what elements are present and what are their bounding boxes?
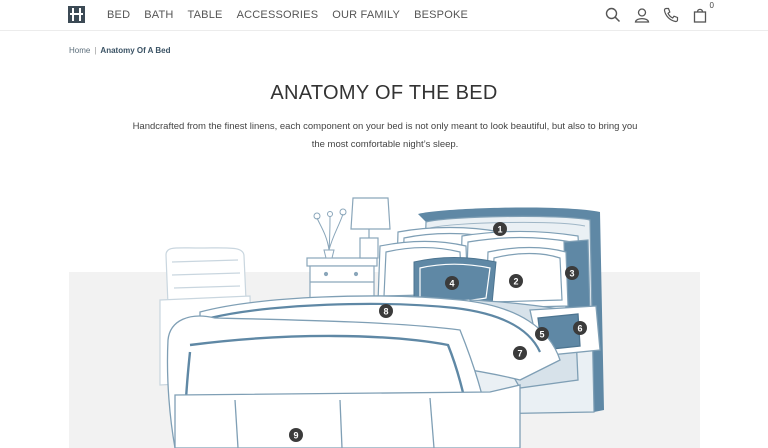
hotspot-1-label: 1 <box>497 225 502 235</box>
hotspot-4-label: 4 <box>449 279 454 289</box>
hotspot-4[interactable]: 4 <box>445 276 459 290</box>
flower-vase <box>313 208 347 259</box>
hotspot-6[interactable]: 6 <box>573 321 587 335</box>
hotspot-9-label: 9 <box>293 431 298 441</box>
hotspot-1[interactable]: 1 <box>493 222 507 236</box>
hotspot-8[interactable]: 8 <box>379 304 393 318</box>
nightstand <box>306 257 378 299</box>
hotspot-3-label: 3 <box>569 269 574 279</box>
hotspot-7[interactable]: 7 <box>513 346 527 360</box>
hotspot-6-label: 6 <box>577 324 582 334</box>
hotspot-7-label: 7 <box>517 349 522 359</box>
hotspot-3[interactable]: 3 <box>565 266 579 280</box>
hotspot-5[interactable]: 5 <box>535 327 549 341</box>
bed-illustration: 1 2 3 4 5 6 7 8 9 <box>159 197 604 448</box>
bed-body <box>166 295 601 448</box>
hotspot-9[interactable]: 9 <box>289 428 303 442</box>
hotspot-2[interactable]: 2 <box>509 274 523 288</box>
hotspot-8-label: 8 <box>383 307 388 317</box>
hotspot-5-label: 5 <box>539 330 544 340</box>
hotspot-2-label: 2 <box>513 277 518 287</box>
